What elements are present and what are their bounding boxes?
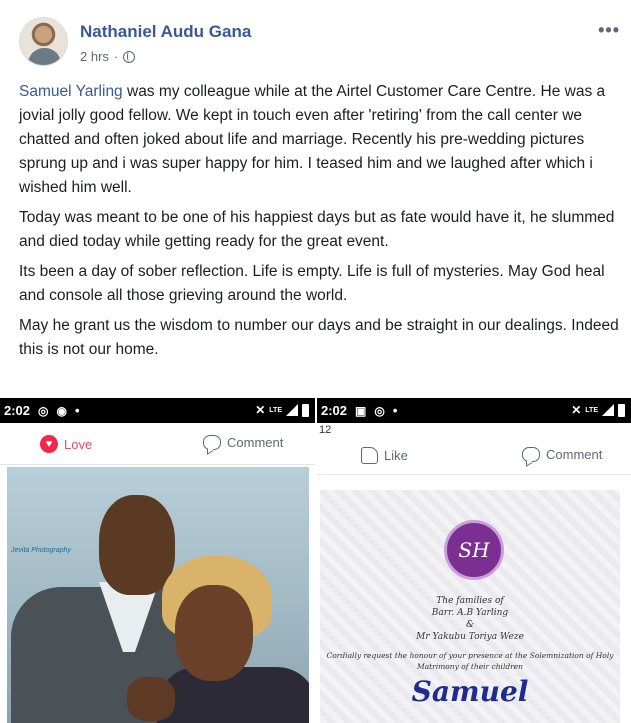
signal-icon	[286, 404, 298, 416]
status-bar-left: 2:02 ◎ ◉ • ✕ LTE	[0, 398, 315, 423]
comment-label-right: Comment	[546, 447, 603, 462]
post-paragraph-2: Today was meant to be one of his happies…	[19, 209, 615, 250]
lte-icon: LTE	[269, 406, 282, 414]
couple-photo[interactable]: Jevita Photography	[7, 467, 309, 723]
post-paragraph-1: Samuel Yarling was my colleague while at…	[19, 80, 619, 200]
post-paragraph-4: May he grant us the wisdom to number our…	[19, 317, 619, 358]
groom-name: Samuel	[411, 675, 529, 708]
like-label: Like	[384, 448, 408, 463]
mute-icon: ✕	[255, 403, 266, 417]
status-dot: •	[75, 403, 80, 418]
mute-icon-right: ✕	[571, 403, 582, 417]
more-options-icon[interactable]: •••	[598, 20, 620, 41]
invite-family-2: Mr Yakubu Toriya Weze	[416, 632, 524, 642]
love-reaction-button[interactable]: ♥ Love	[40, 435, 92, 453]
comment-icon-right	[522, 447, 540, 462]
lte-icon-right: LTE	[585, 406, 598, 414]
hand	[127, 677, 175, 721]
post-meta: 2 hrs ·	[80, 49, 136, 64]
like-button[interactable]: Like	[361, 447, 408, 464]
post-header: Nathaniel Audu Gana 2 hrs · •••	[0, 0, 631, 80]
thumbs-up-icon	[361, 447, 378, 464]
post-body: Samuel Yarling was my colleague while at…	[19, 80, 619, 368]
comment-button-right[interactable]: Comment	[522, 447, 602, 462]
photo-gallery[interactable]: 2:02 ◎ ◉ • ✕ LTE ♥ Love Comment Jevita P…	[0, 398, 631, 723]
author-name[interactable]: Nathaniel Audu Gana	[80, 22, 251, 42]
wedding-invitation[interactable]: SH The families of Barr. A.B Yarling & M…	[320, 490, 620, 723]
invite-ampersand: &	[465, 620, 474, 630]
comment-icon	[203, 435, 221, 450]
comment-label-left: Comment	[227, 435, 284, 450]
post-paragraph-3: Its been a day of sober reflection. Life…	[19, 263, 605, 304]
comment-button-left[interactable]: Comment	[203, 435, 283, 450]
signal-icon-right	[602, 404, 614, 416]
reaction-bar-left: ♥ Love Comment	[0, 423, 315, 465]
battery-icon	[302, 403, 309, 417]
love-label: Love	[64, 436, 93, 452]
globe-icon[interactable]	[123, 50, 136, 63]
mention-link[interactable]: Samuel Yarling	[19, 83, 123, 100]
man-head	[99, 495, 175, 595]
meta-separator: ·	[113, 49, 119, 64]
battery-icon-right	[618, 403, 625, 417]
status-bar-right: 2:02 ▣ ◎ • ✕ LTE	[317, 398, 631, 423]
heart-icon: ♥	[40, 435, 58, 453]
woman-face	[175, 585, 253, 681]
author-avatar[interactable]	[19, 17, 68, 66]
reaction-bar-right: Like Comment	[317, 433, 631, 475]
status-right-icons-r: ✕ LTE	[571, 403, 625, 417]
post-timestamp[interactable]: 2 hrs	[80, 49, 109, 64]
screenshot-left[interactable]: 2:02 ◎ ◉ • ✕ LTE ♥ Love Comment Jevita P…	[0, 398, 315, 723]
monogram-logo: SH	[444, 520, 504, 580]
camera-status-icon-right: ◎	[374, 403, 385, 418]
status-time: 2:02	[4, 403, 31, 418]
invite-request-line-2: Matrimony of their children	[416, 662, 524, 671]
invite-request-line: Cordially request the honour of your pre…	[326, 651, 614, 660]
status-right-icons: ✕ LTE	[255, 403, 309, 417]
photo-watermark: Jevita Photography	[11, 547, 71, 554]
invite-family-1: Barr. A.B Yarling	[431, 608, 509, 618]
image-status-icon: ▣	[355, 403, 367, 418]
status-time-right: 2:02	[321, 403, 348, 418]
invite-families-line: The families of	[436, 596, 504, 606]
app-status-icon: ◉	[56, 403, 67, 418]
camera-status-icon: ◎	[38, 403, 49, 418]
screenshot-right[interactable]: 2:02 ▣ ◎ • ✕ LTE 12 Like Comment SH The …	[317, 398, 631, 723]
status-dot-right: •	[392, 403, 398, 418]
